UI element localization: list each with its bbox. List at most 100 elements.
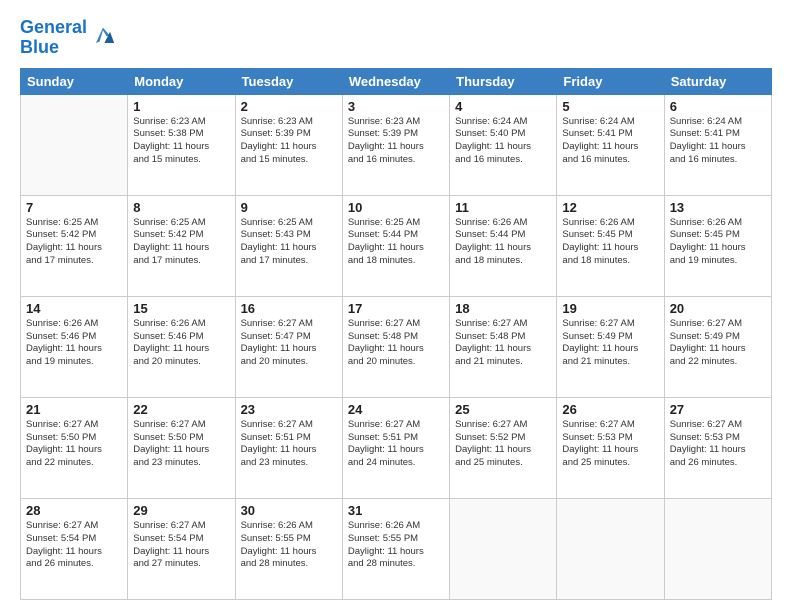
cell-sun-info: Sunrise: 6:26 AM Sunset: 5:55 PM Dayligh…	[348, 520, 444, 571]
calendar-cell: 18 Sunrise: 6:27 AM Sunset: 5:48 PM Dayli…	[450, 296, 557, 397]
cell-sun-info: Sunrise: 6:27 AM Sunset: 5:48 PM Dayligh…	[348, 318, 444, 369]
calendar-cell: 15 Sunrise: 6:26 AM Sunset: 5:46 PM Dayli…	[128, 296, 235, 397]
day-number: 23	[241, 402, 337, 417]
week-row-2: 7 Sunrise: 6:25 AM Sunset: 5:42 PM Daylig…	[21, 195, 772, 296]
calendar-cell: 5Sunrise: 6:24 AM Sunset: 5:41 PM Daylig…	[557, 94, 664, 195]
day-number: 28	[26, 503, 122, 518]
cell-sun-info: Sunrise: 6:27 AM Sunset: 5:53 PM Dayligh…	[670, 419, 766, 470]
calendar-cell: 12Sunrise: 6:26 AM Sunset: 5:45 PM Dayli…	[557, 195, 664, 296]
day-number: 15	[133, 301, 229, 316]
cell-sun-info: Sunrise: 6:24 AM Sunset: 5:41 PM Dayligh…	[670, 116, 766, 167]
cell-sun-info: Sunrise: 6:27 AM Sunset: 5:52 PM Dayligh…	[455, 419, 551, 470]
calendar-cell: 6Sunrise: 6:24 AM Sunset: 5:41 PM Daylig…	[664, 94, 771, 195]
day-number: 24	[348, 402, 444, 417]
day-number: 29	[133, 503, 229, 518]
day-number: 9	[241, 200, 337, 215]
weekday-tuesday: Tuesday	[235, 68, 342, 94]
calendar-cell: 31 Sunrise: 6:26 AM Sunset: 5:55 PM Dayli…	[342, 498, 449, 599]
day-number: 17	[348, 301, 444, 316]
calendar-cell: 11 Sunrise: 6:26 AM Sunset: 5:44 PM Dayli…	[450, 195, 557, 296]
calendar-cell: 22 Sunrise: 6:27 AM Sunset: 5:50 PM Dayli…	[128, 397, 235, 498]
cell-sun-info: Sunrise: 6:25 AM Sunset: 5:42 PM Dayligh…	[133, 217, 229, 268]
weekday-wednesday: Wednesday	[342, 68, 449, 94]
logo-icon	[89, 22, 117, 50]
day-number: 25	[455, 402, 551, 417]
calendar-cell: 29 Sunrise: 6:27 AM Sunset: 5:54 PM Dayli…	[128, 498, 235, 599]
cell-sun-info: Sunrise: 6:27 AM Sunset: 5:50 PM Dayligh…	[26, 419, 122, 470]
calendar-cell: 27 Sunrise: 6:27 AM Sunset: 5:53 PM Dayli…	[664, 397, 771, 498]
day-number: 19	[562, 301, 658, 316]
day-number: 27	[670, 402, 766, 417]
day-number: 8	[133, 200, 229, 215]
cell-sun-info: Sunrise: 6:23 AM Sunset: 5:39 PM Dayligh…	[348, 116, 444, 167]
weekday-monday: Monday	[128, 68, 235, 94]
day-number: 10	[348, 200, 444, 215]
calendar-cell: 1Sunrise: 6:23 AM Sunset: 5:38 PM Daylig…	[128, 94, 235, 195]
cell-sun-info: Sunrise: 6:27 AM Sunset: 5:51 PM Dayligh…	[241, 419, 337, 470]
day-number: 4	[455, 99, 551, 114]
calendar-page: GeneralBlue SundayMondayTuesdayWednesday…	[0, 0, 792, 612]
cell-sun-info: Sunrise: 6:27 AM Sunset: 5:54 PM Dayligh…	[26, 520, 122, 571]
calendar-cell: 9 Sunrise: 6:25 AM Sunset: 5:43 PM Daylig…	[235, 195, 342, 296]
calendar-cell: 19 Sunrise: 6:27 AM Sunset: 5:49 PM Dayli…	[557, 296, 664, 397]
day-number: 30	[241, 503, 337, 518]
cell-sun-info: Sunrise: 6:26 AM Sunset: 5:45 PM Dayligh…	[670, 217, 766, 268]
calendar-table: SundayMondayTuesdayWednesdayThursdayFrid…	[20, 68, 772, 600]
cell-sun-info: Sunrise: 6:27 AM Sunset: 5:51 PM Dayligh…	[348, 419, 444, 470]
calendar-cell: 10Sunrise: 6:25 AM Sunset: 5:44 PM Dayli…	[342, 195, 449, 296]
weekday-sunday: Sunday	[21, 68, 128, 94]
cell-sun-info: Sunrise: 6:26 AM Sunset: 5:45 PM Dayligh…	[562, 217, 658, 268]
cell-sun-info: Sunrise: 6:23 AM Sunset: 5:39 PM Dayligh…	[241, 116, 337, 167]
cell-sun-info: Sunrise: 6:27 AM Sunset: 5:47 PM Dayligh…	[241, 318, 337, 369]
day-number: 2	[241, 99, 337, 114]
week-row-4: 21 Sunrise: 6:27 AM Sunset: 5:50 PM Dayli…	[21, 397, 772, 498]
day-number: 1	[133, 99, 229, 114]
day-number: 31	[348, 503, 444, 518]
day-number: 3	[348, 99, 444, 114]
day-number: 11	[455, 200, 551, 215]
day-number: 18	[455, 301, 551, 316]
cell-sun-info: Sunrise: 6:27 AM Sunset: 5:50 PM Dayligh…	[133, 419, 229, 470]
calendar-cell: 21 Sunrise: 6:27 AM Sunset: 5:50 PM Dayli…	[21, 397, 128, 498]
calendar-cell: 26Sunrise: 6:27 AM Sunset: 5:53 PM Dayli…	[557, 397, 664, 498]
calendar-cell	[21, 94, 128, 195]
calendar-cell: 3 Sunrise: 6:23 AM Sunset: 5:39 PM Daylig…	[342, 94, 449, 195]
cell-sun-info: Sunrise: 6:24 AM Sunset: 5:41 PM Dayligh…	[562, 116, 658, 167]
cell-sun-info: Sunrise: 6:25 AM Sunset: 5:43 PM Dayligh…	[241, 217, 337, 268]
day-number: 21	[26, 402, 122, 417]
calendar-cell: 30 Sunrise: 6:26 AM Sunset: 5:55 PM Dayli…	[235, 498, 342, 599]
logo-text: GeneralBlue	[20, 18, 87, 58]
day-number: 13	[670, 200, 766, 215]
calendar-cell: 24 Sunrise: 6:27 AM Sunset: 5:51 PM Dayli…	[342, 397, 449, 498]
cell-sun-info: Sunrise: 6:27 AM Sunset: 5:49 PM Dayligh…	[670, 318, 766, 369]
weekday-friday: Friday	[557, 68, 664, 94]
cell-sun-info: Sunrise: 6:27 AM Sunset: 5:53 PM Dayligh…	[562, 419, 658, 470]
day-number: 22	[133, 402, 229, 417]
weekday-header-row: SundayMondayTuesdayWednesdayThursdayFrid…	[21, 68, 772, 94]
calendar-cell: 16 Sunrise: 6:27 AM Sunset: 5:47 PM Dayli…	[235, 296, 342, 397]
cell-sun-info: Sunrise: 6:27 AM Sunset: 5:49 PM Dayligh…	[562, 318, 658, 369]
cell-sun-info: Sunrise: 6:27 AM Sunset: 5:54 PM Dayligh…	[133, 520, 229, 571]
calendar-cell: 14Sunrise: 6:26 AM Sunset: 5:46 PM Dayli…	[21, 296, 128, 397]
day-number: 16	[241, 301, 337, 316]
calendar-cell: 2 Sunrise: 6:23 AM Sunset: 5:39 PM Daylig…	[235, 94, 342, 195]
calendar-cell: 13 Sunrise: 6:26 AM Sunset: 5:45 PM Dayli…	[664, 195, 771, 296]
cell-sun-info: Sunrise: 6:26 AM Sunset: 5:55 PM Dayligh…	[241, 520, 337, 571]
calendar-cell	[557, 498, 664, 599]
calendar-cell	[664, 498, 771, 599]
cell-sun-info: Sunrise: 6:25 AM Sunset: 5:42 PM Dayligh…	[26, 217, 122, 268]
week-row-3: 14Sunrise: 6:26 AM Sunset: 5:46 PM Dayli…	[21, 296, 772, 397]
week-row-5: 28 Sunrise: 6:27 AM Sunset: 5:54 PM Dayli…	[21, 498, 772, 599]
calendar-cell: 20 Sunrise: 6:27 AM Sunset: 5:49 PM Dayli…	[664, 296, 771, 397]
calendar-cell	[450, 498, 557, 599]
calendar-cell: 8 Sunrise: 6:25 AM Sunset: 5:42 PM Daylig…	[128, 195, 235, 296]
calendar-cell: 28 Sunrise: 6:27 AM Sunset: 5:54 PM Dayli…	[21, 498, 128, 599]
cell-sun-info: Sunrise: 6:26 AM Sunset: 5:46 PM Dayligh…	[133, 318, 229, 369]
calendar-cell: 23 Sunrise: 6:27 AM Sunset: 5:51 PM Dayli…	[235, 397, 342, 498]
day-number: 7	[26, 200, 122, 215]
week-row-1: 1Sunrise: 6:23 AM Sunset: 5:38 PM Daylig…	[21, 94, 772, 195]
day-number: 20	[670, 301, 766, 316]
cell-sun-info: Sunrise: 6:27 AM Sunset: 5:48 PM Dayligh…	[455, 318, 551, 369]
cell-sun-info: Sunrise: 6:26 AM Sunset: 5:44 PM Dayligh…	[455, 217, 551, 268]
logo: GeneralBlue	[20, 18, 117, 58]
